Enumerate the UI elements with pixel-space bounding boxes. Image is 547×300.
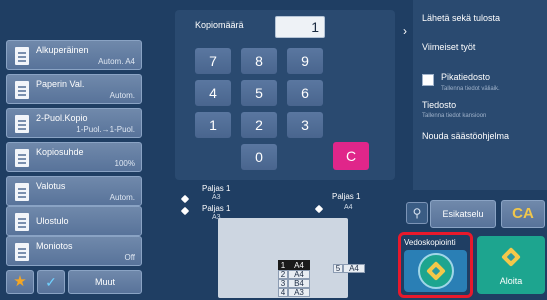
- output-tray-label-3: Paljas 1: [332, 192, 361, 201]
- start-diamond-icon: [426, 261, 446, 281]
- multi-shot-value: Off: [124, 253, 135, 262]
- paper-select-label: Paperin Val.: [36, 79, 85, 89]
- tray-size-5[interactable]: A4: [343, 264, 365, 273]
- tray-indicator-icon: [180, 194, 190, 204]
- output-label: Ulostulo: [36, 216, 69, 226]
- original-button[interactable]: Alkuperäinen Autom. A4: [6, 40, 142, 70]
- function-panel: Alkuperäinen Autom. A4 Paperin Val. Auto…: [6, 40, 142, 266]
- start-diamond-icon: [501, 247, 521, 267]
- recall-program-item[interactable]: Nouda säästöohjelma: [422, 131, 509, 141]
- start-button[interactable]: Aloita: [477, 236, 545, 294]
- multi-shot-label: Moniotos: [36, 241, 73, 251]
- bottom-bar: ★ ✓ Muut: [6, 270, 142, 294]
- key-5[interactable]: 5: [241, 80, 277, 106]
- copy-count-label: Kopiomäärä: [195, 20, 244, 30]
- preview-magnifier-icon[interactable]: ⚲: [406, 202, 428, 224]
- recent-jobs-item[interactable]: Viimeiset työt: [422, 42, 475, 52]
- exposure-icon: [15, 183, 29, 201]
- original-icon: [15, 47, 29, 65]
- tray-num-3: 3: [278, 279, 288, 288]
- output-tray-size-1: A3: [212, 194, 221, 201]
- start-label: Aloita: [499, 276, 523, 286]
- proof-copy-button[interactable]: [404, 250, 467, 292]
- key-4[interactable]: 4: [195, 80, 231, 106]
- tray-num-4: 4: [278, 288, 288, 297]
- clear-button[interactable]: C: [333, 142, 369, 170]
- quick-file-checkbox[interactable]: [422, 74, 434, 86]
- key-2[interactable]: 2: [241, 112, 277, 138]
- duplex-copy-value: 1-Puol.→1-Puol.: [76, 125, 135, 134]
- duplex-copy-button[interactable]: 2-Puol.Kopio 1-Puol.→1-Puol.: [6, 108, 142, 138]
- tray-num-5: 5: [333, 264, 343, 273]
- key-1[interactable]: 1: [195, 112, 231, 138]
- proof-copy-circle: [418, 253, 454, 289]
- paper-select-button[interactable]: Paperin Val. Autom.: [6, 74, 142, 104]
- tray-size-3[interactable]: B4: [288, 279, 310, 288]
- key-0[interactable]: 0: [241, 144, 277, 170]
- check-icon[interactable]: ✓: [37, 270, 65, 294]
- favorite-star-icon[interactable]: ★: [6, 270, 34, 294]
- action-menu: Lähetä sekä tulosta Viimeiset työt Pikat…: [413, 0, 547, 190]
- file-item[interactable]: Tiedosto: [422, 100, 456, 110]
- key-6[interactable]: 6: [287, 80, 323, 106]
- output-tray-label-1: Paljas 1: [202, 184, 231, 193]
- copy-ratio-label: Kopiosuhde: [36, 147, 84, 157]
- copy-ratio-icon: [15, 149, 29, 167]
- tray-size-1[interactable]: A4: [288, 260, 310, 270]
- exposure-value: Autom.: [109, 193, 135, 202]
- key-3[interactable]: 3: [287, 112, 323, 138]
- machine-status-diagram: Paljas 1 A3 Paljas 1 A3 Paljas 1 A4 1 A4…: [178, 184, 388, 298]
- original-value: Autom. A4: [98, 57, 135, 66]
- key-8[interactable]: 8: [241, 48, 277, 74]
- copy-ratio-value: 100%: [114, 159, 135, 168]
- quick-file-item[interactable]: Pikatiedosto: [441, 72, 490, 82]
- output-tray-label-2: Paljas 1: [202, 204, 231, 213]
- tray-indicator-icon: [314, 204, 324, 214]
- preview-button[interactable]: Esikatselu: [430, 200, 496, 228]
- exposure-label: Valotus: [36, 181, 66, 191]
- tray-indicator-icon: [180, 206, 190, 216]
- paper-select-value: Autom.: [109, 91, 135, 100]
- others-button[interactable]: Muut: [68, 270, 142, 294]
- send-and-print-item[interactable]: Lähetä sekä tulosta: [422, 13, 500, 23]
- paper-icon: [15, 81, 29, 99]
- tray-size-4[interactable]: A3: [288, 288, 310, 297]
- original-label: Alkuperäinen: [36, 45, 89, 55]
- file-subtext: Tallenna tiedot kansioon: [422, 113, 487, 119]
- output-button[interactable]: Ulostulo: [6, 206, 142, 236]
- numeric-keypad: Kopiomäärä 1 7 8 9 4 5 6 1 2 3 0 C: [175, 10, 395, 180]
- output-tray-size-3: A4: [344, 204, 353, 211]
- exposure-button[interactable]: Valotus Autom.: [6, 176, 142, 206]
- key-7[interactable]: 7: [195, 48, 231, 74]
- duplex-copy-label: 2-Puol.Kopio: [36, 113, 88, 123]
- copy-ratio-button[interactable]: Kopiosuhde 100%: [6, 142, 142, 172]
- multi-shot-button[interactable]: Moniotos Off: [6, 236, 142, 266]
- proof-copy-label: Vedoskopiointi: [404, 238, 456, 247]
- chevron-right-icon[interactable]: ›: [398, 22, 412, 40]
- tray-size-2[interactable]: A4: [288, 270, 310, 279]
- output-icon: [15, 213, 29, 231]
- quick-file-subtext: Tallenna tiedot väliaik.: [441, 86, 500, 92]
- duplex-icon: [15, 115, 29, 133]
- tray-num-2: 2: [278, 270, 288, 279]
- key-9[interactable]: 9: [287, 48, 323, 74]
- tray-num-1: 1: [278, 260, 288, 270]
- copy-count-field[interactable]: 1: [275, 16, 325, 38]
- multi-shot-icon: [15, 243, 29, 261]
- clear-all-button[interactable]: CA: [501, 200, 545, 228]
